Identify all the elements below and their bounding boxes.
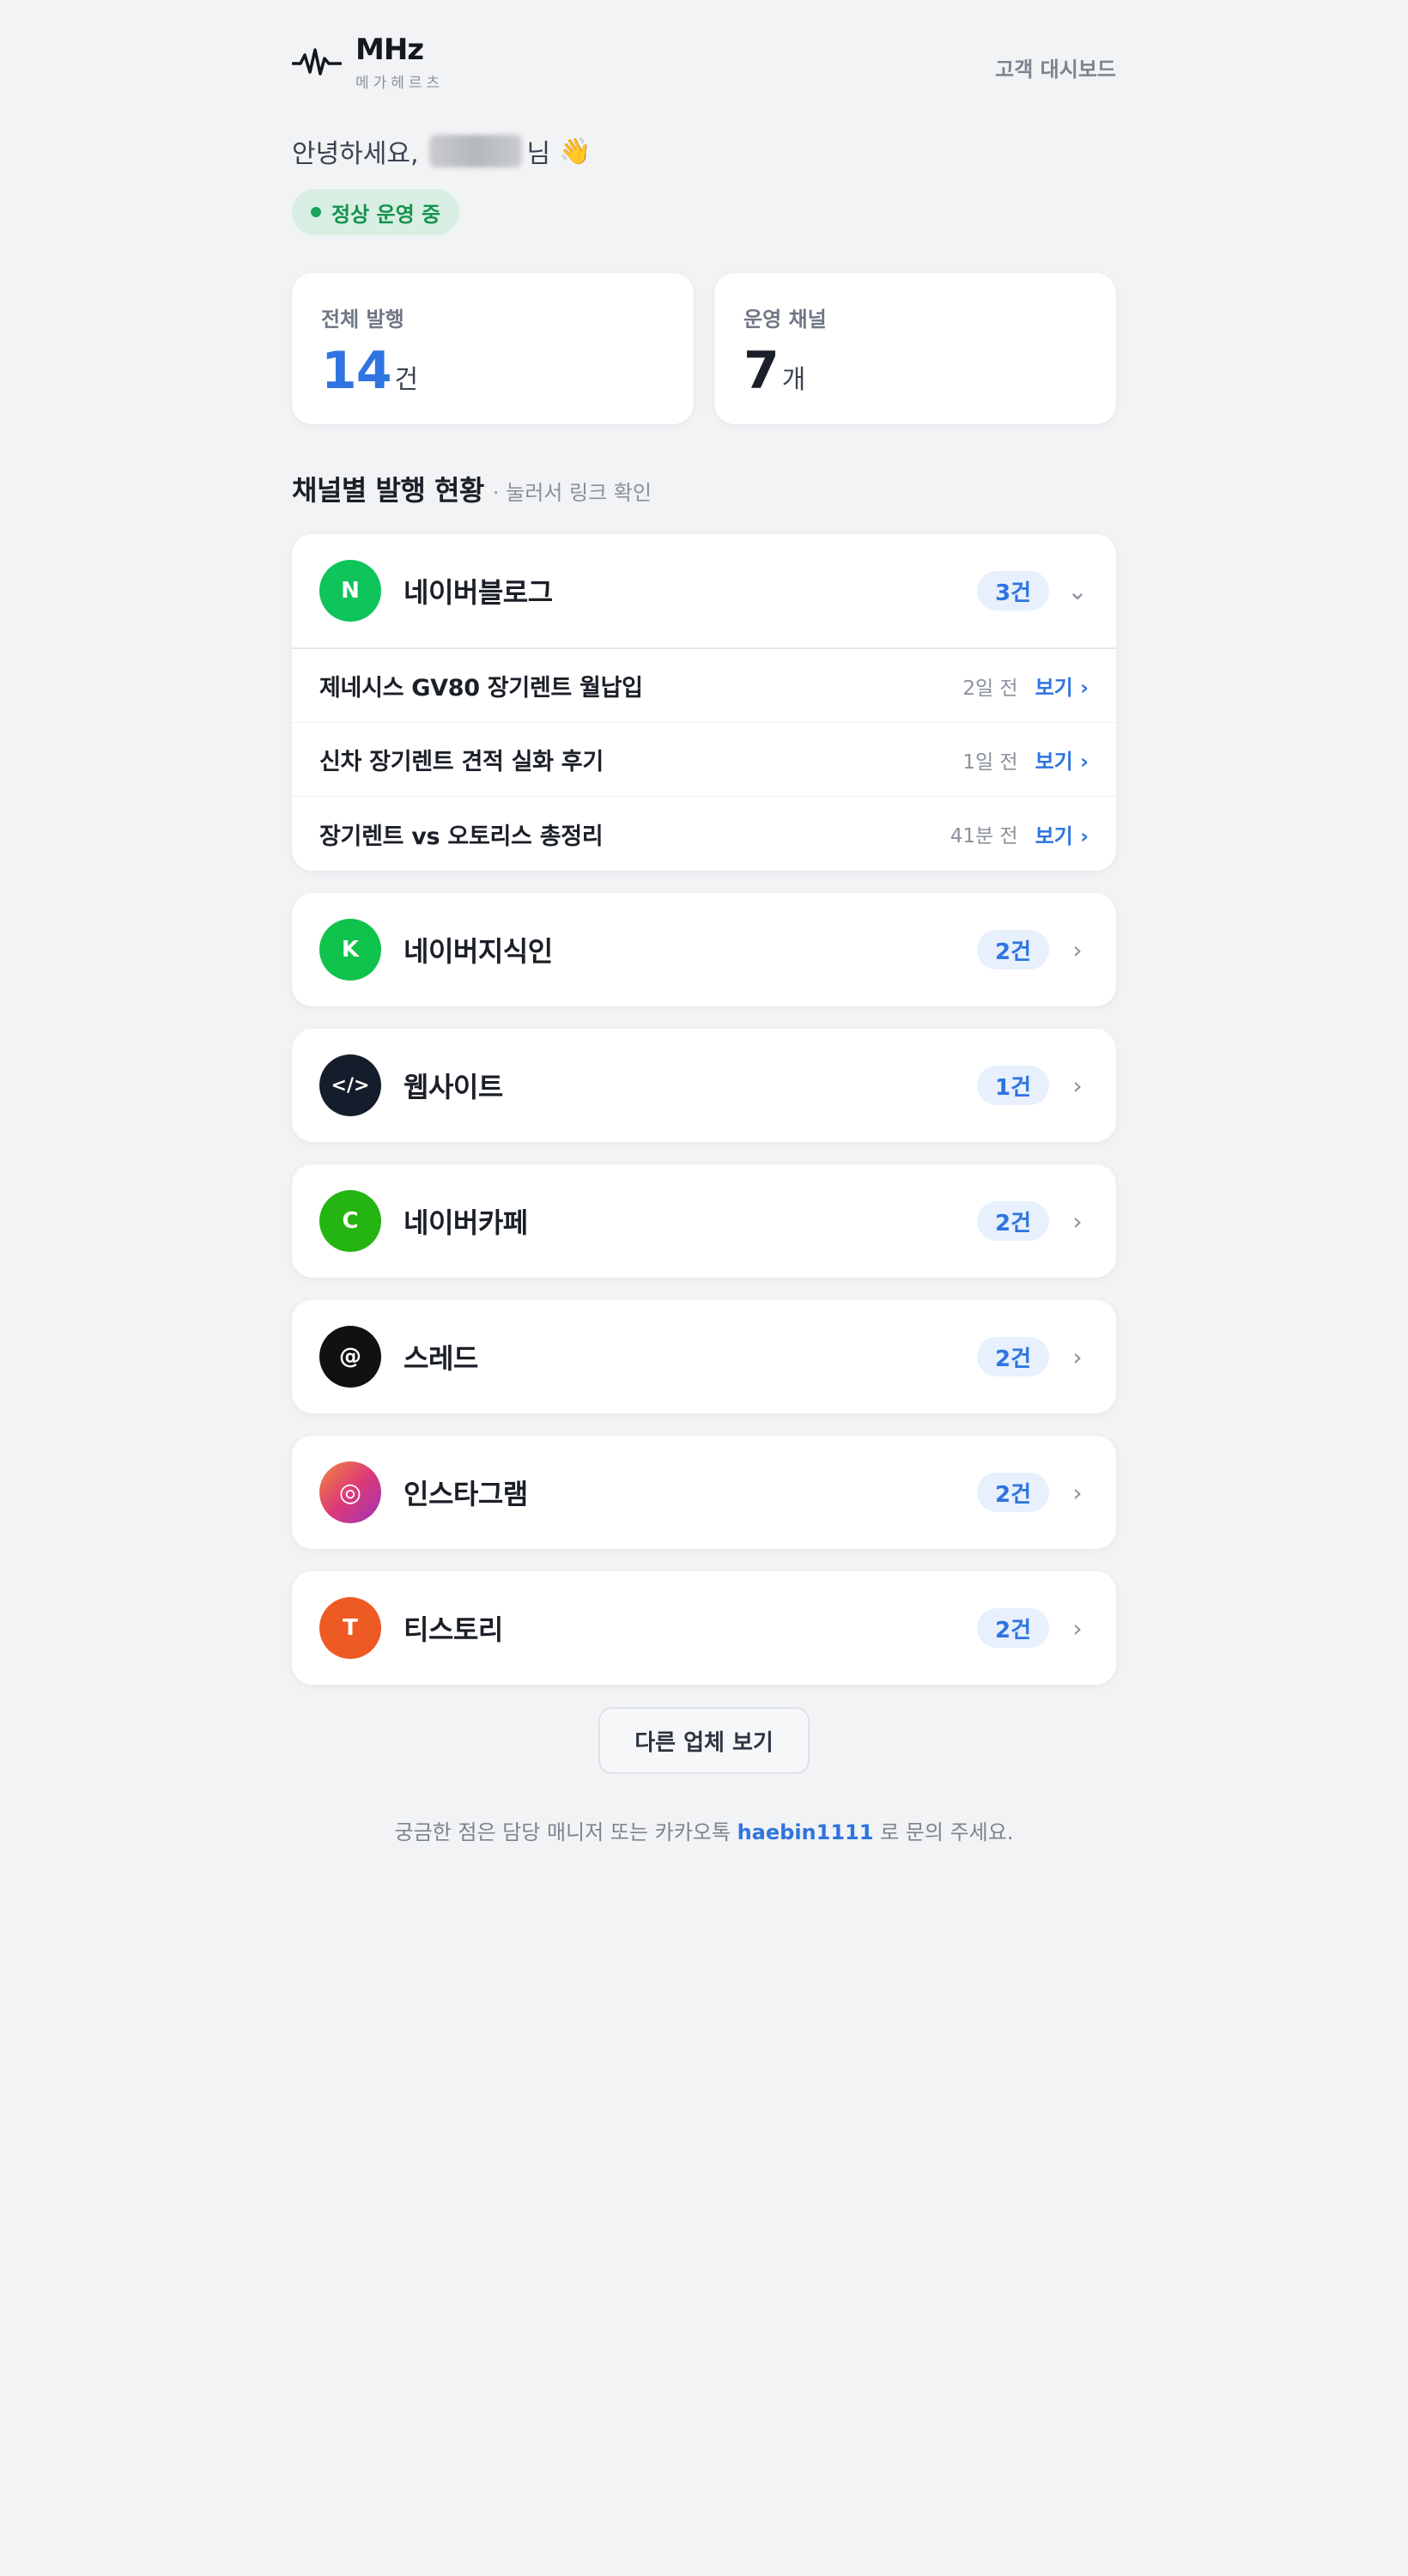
channel-card-naver-blog: N 네이버블로그 3건 ⌄ 제네시스 GV80 장기렌트 월납입 2일 전 보기… [292, 534, 1116, 871]
naver-blog-logo-icon: N [319, 560, 381, 622]
waving-hand-icon: 👋 [559, 136, 592, 167]
channel-row[interactable]: C 네이버카페 2건 › [292, 1164, 1116, 1278]
post-count-badge: 1건 [977, 1066, 1049, 1105]
top-header: MHz 메가헤르츠 고객 대시보드 [292, 0, 1116, 106]
post-item[interactable]: 신차 장기렌트 견적 실화 후기 1일 전 보기 › [292, 723, 1116, 797]
chevron-right-icon[interactable]: › [1066, 936, 1089, 964]
post-item[interactable]: 제네시스 GV80 장기렌트 월납입 2일 전 보기 › [292, 649, 1116, 723]
pulse-wave-icon [292, 48, 342, 76]
stat-label: 운영 채널 [743, 307, 827, 331]
kakao-handle[interactable]: haebin1111 [737, 1820, 874, 1844]
channel-name: 티스토리 [404, 1613, 503, 1646]
channel-list: N 네이버블로그 3건 ⌄ 제네시스 GV80 장기렌트 월납입 2일 전 보기… [292, 534, 1116, 1685]
post-count-badge: 2건 [977, 1337, 1049, 1376]
instagram-logo-icon: ◎ [319, 1461, 381, 1523]
stats-row: 전체 발행 14 건 운영 채널 7 개 [292, 273, 1116, 424]
channel-row[interactable]: N 네이버블로그 3건 ⌄ [292, 534, 1116, 647]
other-companies-button[interactable]: 다른 업체 보기 [598, 1707, 810, 1774]
stat-label: 전체 발행 [321, 307, 404, 331]
post-time: 41분 전 [950, 825, 1018, 848]
view-link[interactable]: 보기 › [1035, 671, 1089, 701]
post-title: 제네시스 GV80 장기렌트 월납입 [319, 675, 643, 702]
brand[interactable]: MHz 메가헤르츠 [292, 31, 444, 92]
channel-row[interactable]: T 티스토리 2건 › [292, 1571, 1116, 1685]
channel-row[interactable]: K 네이버지식인 2건 › [292, 893, 1116, 1006]
chevron-right-icon[interactable]: › [1066, 1072, 1089, 1100]
brand-subtitle: 메가헤르츠 [355, 75, 445, 92]
customer-dashboard-link[interactable]: 고객 대시보드 [995, 52, 1116, 82]
channel-card-threads: @ 스레드 2건 › [292, 1300, 1116, 1413]
channel-card-website: </> 웹사이트 1건 › [292, 1029, 1116, 1142]
chevron-right-icon[interactable]: › [1066, 1479, 1089, 1507]
channel-card-instagram: ◎ 인스타그램 2건 › [292, 1436, 1116, 1549]
blurred-customer-name [428, 135, 522, 167]
channel-name: 인스타그램 [404, 1478, 528, 1510]
greeting: 안녕하세요, 님 👋 [292, 125, 1116, 177]
chevron-right-icon[interactable]: › [1066, 1207, 1089, 1236]
post-count-badge: 2건 [977, 930, 1049, 969]
naver-cafe-logo-icon: C [319, 1190, 381, 1252]
chevron-right-icon[interactable]: › [1066, 1614, 1089, 1643]
channel-row[interactable]: @ 스레드 2건 › [292, 1300, 1116, 1413]
brand-name: MHz [355, 33, 424, 67]
stat-card-total-posts: 전체 발행 14 건 [292, 273, 694, 424]
section-header: 채널별 발행 현황 · 눌러서 링크 확인 [292, 469, 1116, 508]
post-item[interactable]: 장기렌트 vs 오토리스 총정리 41분 전 보기 › [292, 797, 1116, 871]
channel-name: 스레드 [404, 1342, 478, 1375]
view-link[interactable]: 보기 › [1035, 819, 1089, 849]
footer-prefix: 궁금한 점은 담당 매니저 또는 카카오톡 [394, 1820, 731, 1844]
code-icon: </> [319, 1054, 381, 1116]
post-count-badge: 3건 [977, 571, 1049, 611]
post-list: 제네시스 GV80 장기렌트 월납입 2일 전 보기 › 신차 장기렌트 견적 … [292, 647, 1116, 871]
view-link[interactable]: 보기 › [1035, 744, 1089, 775]
post-time: 1일 전 [962, 750, 1018, 774]
footer-suffix: 로 문의 주세요. [880, 1820, 1014, 1844]
stat-unit: 개 [781, 365, 806, 395]
greeting-prefix: 안녕하세요, [292, 139, 419, 169]
channel-name: 네이버블로그 [404, 576, 553, 609]
channel-row[interactable]: </> 웹사이트 1건 › [292, 1029, 1116, 1142]
channel-name: 네이버지식인 [404, 935, 553, 968]
status-label: 정상 운영 중 [331, 202, 441, 227]
section-title: 채널별 발행 현황 [292, 474, 484, 507]
status-badge: 정상 운영 중 [292, 189, 460, 235]
stat-unit: 건 [394, 365, 419, 395]
stat-value: 14 건 [321, 341, 665, 401]
stat-number: 14 [321, 341, 391, 401]
stat-value: 7 개 [743, 341, 1087, 401]
threads-logo-icon: @ [319, 1326, 381, 1388]
post-count-badge: 2건 [977, 1473, 1049, 1512]
channel-name: 네이버카페 [404, 1206, 528, 1239]
chevron-right-icon[interactable]: › [1066, 1343, 1089, 1371]
section-hint: · 눌러서 링크 확인 [492, 481, 652, 505]
post-count-badge: 2건 [977, 1608, 1049, 1648]
post-title: 신차 장기렌트 견적 실화 후기 [319, 749, 604, 775]
footer-note: 궁금한 점은 담당 매니저 또는 카카오톡 haebin1111 로 문의 주세… [292, 1815, 1116, 1845]
chevron-down-icon[interactable]: ⌄ [1066, 577, 1089, 605]
post-title: 장기렌트 vs 오토리스 총정리 [319, 823, 604, 850]
stat-card-channels: 운영 채널 7 개 [714, 273, 1116, 424]
greeting-suffix: 님 [526, 139, 551, 169]
channel-card-naver-kin: K 네이버지식인 2건 › [292, 893, 1116, 1006]
tistory-logo-icon: T [319, 1597, 381, 1659]
post-time: 2일 전 [962, 677, 1018, 700]
channel-card-naver-cafe: C 네이버카페 2건 › [292, 1164, 1116, 1278]
channel-card-tistory: T 티스토리 2건 › [292, 1571, 1116, 1685]
post-count-badge: 2건 [977, 1201, 1049, 1241]
channel-row[interactable]: ◎ 인스타그램 2건 › [292, 1436, 1116, 1549]
status-dot-icon [311, 207, 321, 217]
brand-text: MHz 메가헤르츠 [355, 31, 444, 92]
page: MHz 메가헤르츠 고객 대시보드 안녕하세요, 님 👋 정상 운영 중 전체 … [292, 0, 1116, 1845]
naver-kin-logo-icon: K [319, 919, 381, 981]
channel-name: 웹사이트 [404, 1071, 503, 1103]
stat-number: 7 [743, 341, 780, 401]
